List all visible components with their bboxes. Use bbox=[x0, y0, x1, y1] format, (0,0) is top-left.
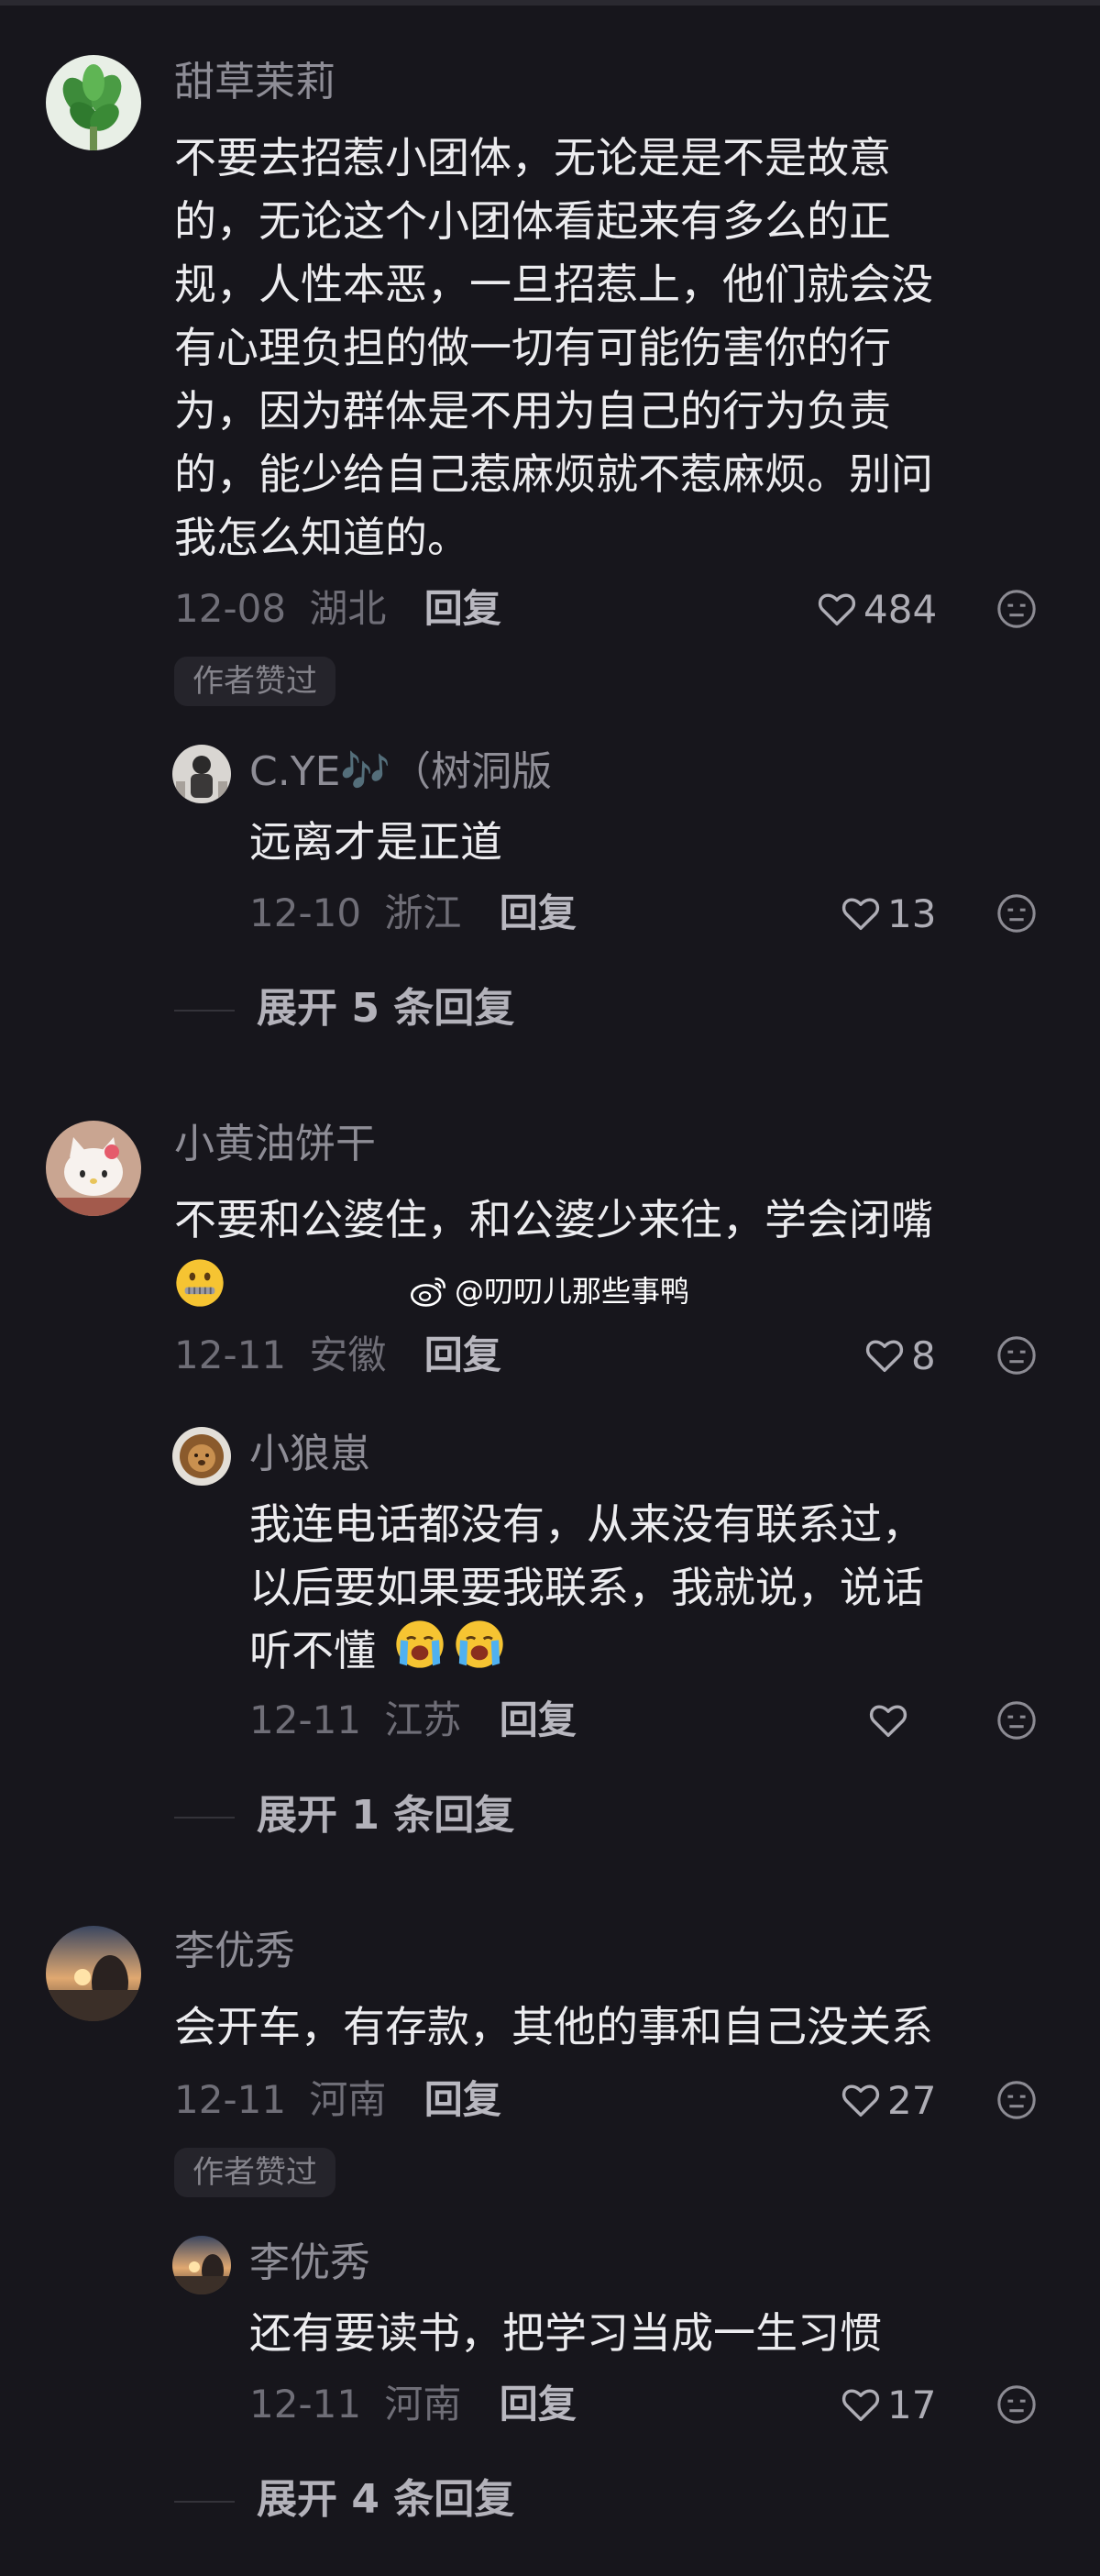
reply-username[interactable]: 李优秀 bbox=[249, 2238, 370, 2289]
reply-location: 河南 bbox=[384, 2382, 462, 2427]
lion-avatar[interactable] bbox=[172, 1427, 231, 1486]
like-button[interactable]: 17 bbox=[840, 2379, 936, 2430]
heart-icon bbox=[865, 1340, 904, 1373]
dislike-face-icon[interactable] bbox=[996, 2079, 1038, 2121]
dislike-face-icon[interactable] bbox=[996, 2383, 1038, 2426]
comment-username[interactable]: 小黄油饼干 bbox=[174, 1119, 376, 1170]
expand-replies-button[interactable]: 展开 1 条回复 bbox=[174, 1790, 514, 1841]
comment-meta: 12-11 安徽 回复 bbox=[174, 1330, 501, 1381]
reply-date: 12-10 bbox=[249, 890, 362, 935]
reply-meta: 12-11 河南 回复 bbox=[249, 2379, 577, 2430]
heart-icon bbox=[842, 898, 880, 931]
divider-dash bbox=[174, 1010, 235, 1012]
like-button[interactable]: 27 bbox=[840, 2074, 936, 2126]
weibo-watermark: @叨叨儿那些事鸭 bbox=[409, 1266, 689, 1316]
comment-location: 安徽 bbox=[309, 1332, 387, 1377]
plant-avatar[interactable] bbox=[46, 55, 141, 150]
person-avatar[interactable] bbox=[172, 745, 231, 803]
expand-replies-button[interactable]: 展开 4 条回复 bbox=[174, 2474, 514, 2526]
reply-text: 还有要读书，把学习当成一生习惯 bbox=[249, 2308, 882, 2358]
top-divider bbox=[0, 0, 1100, 6]
reply-button[interactable]: 回复 bbox=[500, 1697, 577, 1742]
sunset-avatar[interactable] bbox=[172, 2236, 231, 2294]
reply-button[interactable]: 回复 bbox=[424, 2077, 501, 2122]
sunset-avatar[interactable] bbox=[46, 1926, 141, 2021]
reply-button[interactable]: 回复 bbox=[500, 890, 577, 935]
comment-username[interactable]: 李优秀 bbox=[174, 1926, 295, 1977]
like-button[interactable]: 8 bbox=[864, 1330, 936, 1381]
like-button[interactable]: 484 bbox=[816, 583, 937, 635]
comment-text: 不要和公婆住，和公婆少来往，学会闭嘴 bbox=[174, 1188, 933, 1252]
expand-replies-label: 展开 5 条回复 bbox=[257, 985, 515, 1032]
expand-replies-label: 展开 4 条回复 bbox=[257, 2476, 515, 2523]
reply-button[interactable]: 回复 bbox=[424, 586, 501, 631]
like-button[interactable]: 13 bbox=[840, 888, 936, 939]
heart-icon bbox=[818, 593, 856, 626]
comment-date: 12-11 bbox=[174, 1332, 287, 1377]
heart-icon bbox=[869, 1705, 908, 1738]
like-count: 17 bbox=[887, 2382, 937, 2427]
like-count: 13 bbox=[887, 890, 937, 936]
reply-date: 12-11 bbox=[249, 1697, 362, 1742]
comment-text: 会开车，有存款，其他的事和自己没关系 bbox=[174, 2002, 933, 2051]
comment-date: 12-11 bbox=[174, 2077, 287, 2122]
zipper-mouth-face-emoji bbox=[174, 1257, 226, 1309]
comment-text: 不要去招惹小团体，无论是是不是故意 的，无论这个小团体看起来有多么的正 规，人性… bbox=[174, 133, 933, 562]
like-count: 484 bbox=[864, 586, 938, 632]
reply-button[interactable]: 回复 bbox=[500, 2382, 577, 2427]
comment-username[interactable]: 甜草茉莉 bbox=[174, 57, 336, 108]
dislike-face-icon[interactable] bbox=[996, 1334, 1038, 1376]
reply-text: 我连电话都没有，从来没有联系过， 以后要如果要我联系，我就说，说话 听不懂 bbox=[249, 1499, 924, 1675]
reply-location: 浙江 bbox=[384, 890, 462, 935]
comment-date: 12-08 bbox=[174, 586, 287, 631]
dislike-face-icon[interactable] bbox=[996, 1699, 1038, 1741]
divider-dash bbox=[174, 1817, 235, 1819]
reply-date: 12-11 bbox=[249, 2382, 362, 2427]
comment-location: 湖北 bbox=[309, 586, 387, 631]
comment-text-content: 不要和公婆住，和公婆少来往，学会闭嘴 bbox=[174, 1195, 933, 1244]
divider-dash bbox=[174, 2501, 235, 2503]
heart-icon bbox=[842, 2389, 880, 2422]
reply-meta: 12-10 浙江 回复 bbox=[249, 888, 577, 939]
reply-username[interactable]: C.YE🎶（树洞版 bbox=[249, 746, 552, 798]
comment-meta: 12-11 河南 回复 bbox=[174, 2074, 501, 2126]
comment-meta: 12-08 湖北 回复 bbox=[174, 583, 501, 635]
like-count: 8 bbox=[911, 1332, 936, 1378]
hello-kitty-avatar[interactable] bbox=[46, 1121, 141, 1216]
dislike-face-icon[interactable] bbox=[996, 588, 1038, 630]
comment-location: 河南 bbox=[309, 2077, 387, 2122]
reply-location: 江苏 bbox=[384, 1697, 462, 1742]
loudly-crying-face-emoji bbox=[394, 1619, 505, 1670]
reply-username[interactable]: 小狼崽 bbox=[249, 1429, 370, 1480]
heart-icon bbox=[842, 2084, 880, 2117]
expand-replies-button[interactable]: 展开 5 条回复 bbox=[174, 983, 514, 1034]
author-liked-badge: 作者赞过 bbox=[174, 657, 336, 706]
reply-button[interactable]: 回复 bbox=[424, 1332, 501, 1377]
like-button[interactable] bbox=[867, 1695, 915, 1746]
dislike-face-icon[interactable] bbox=[996, 892, 1038, 934]
watermark-text: @叨叨儿那些事鸭 bbox=[455, 1274, 690, 1309]
like-count: 27 bbox=[887, 2077, 937, 2123]
reply-text: 远离才是正道 bbox=[249, 817, 502, 867]
weibo-logo-icon bbox=[410, 1277, 446, 1307]
expand-replies-label: 展开 1 条回复 bbox=[257, 1792, 515, 1839]
reply-meta: 12-11 江苏 回复 bbox=[249, 1695, 577, 1746]
author-liked-badge: 作者赞过 bbox=[174, 2148, 336, 2197]
